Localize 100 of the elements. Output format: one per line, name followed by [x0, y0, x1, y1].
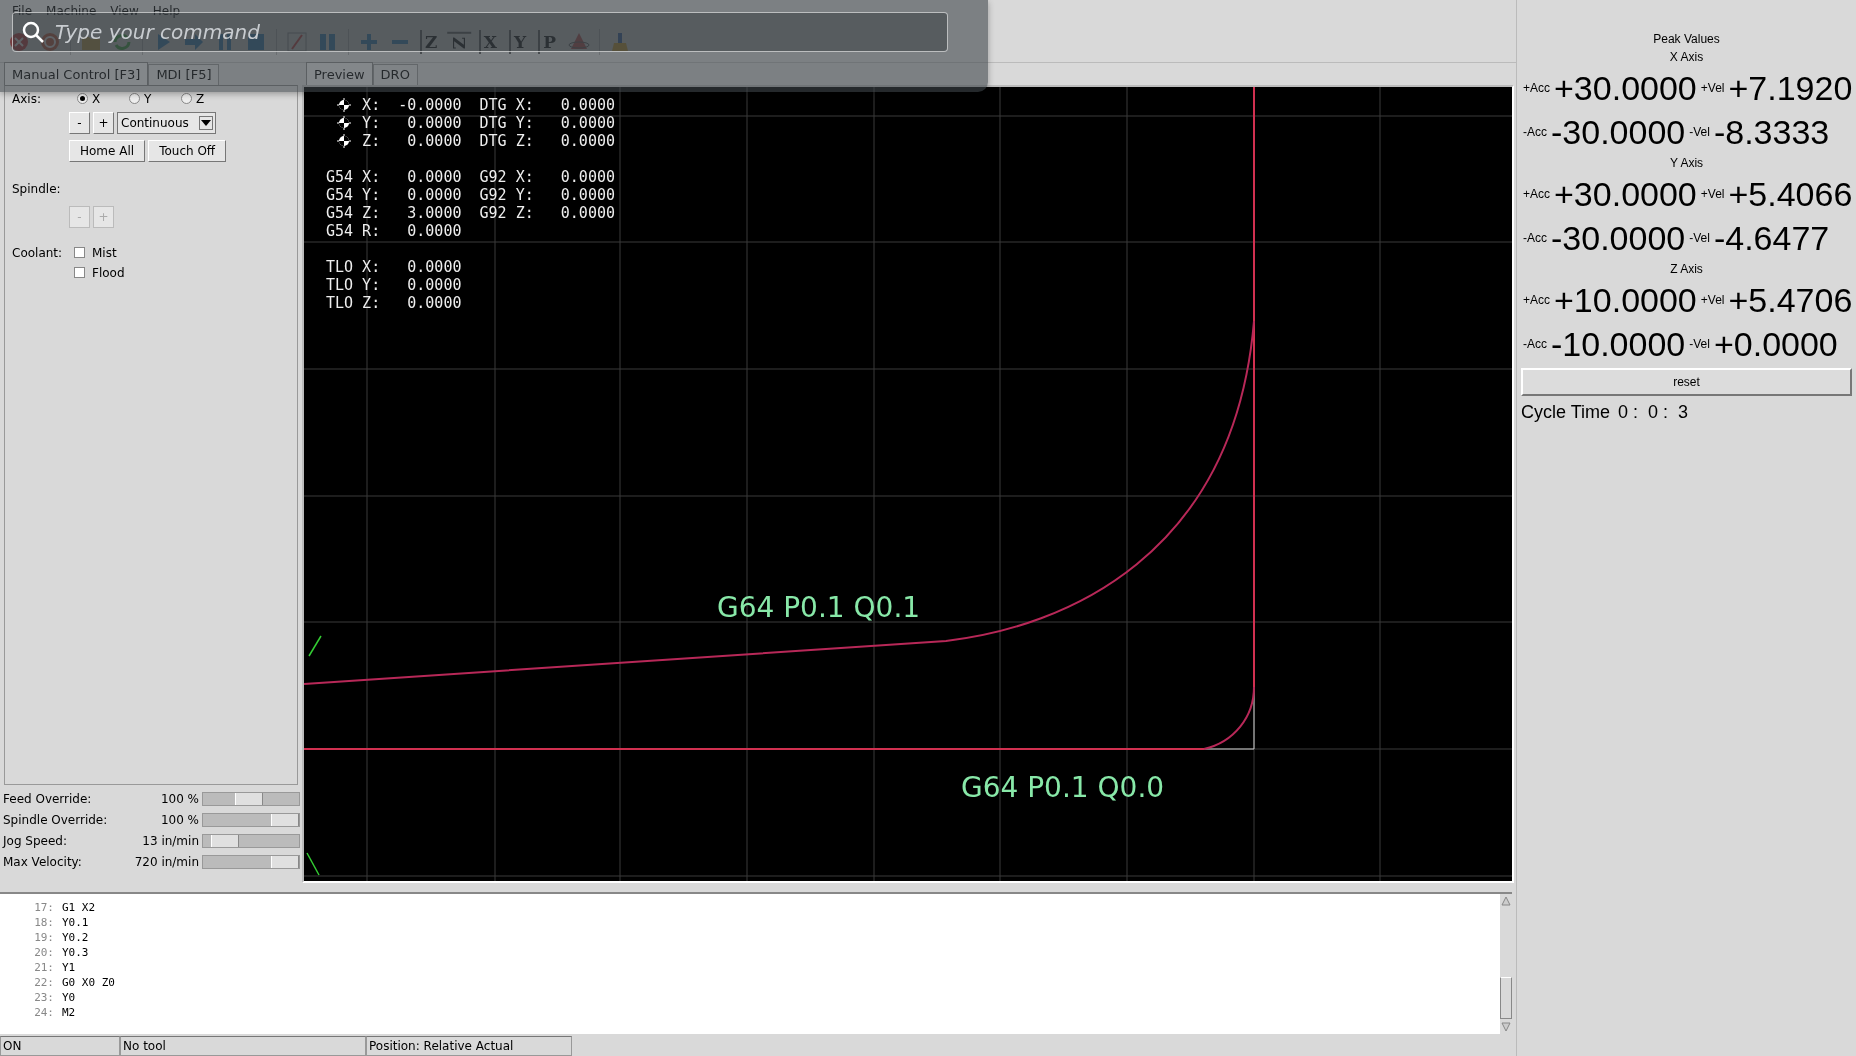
override-value: 13 in/min [141, 834, 200, 849]
vel-label: -Vel [1689, 337, 1710, 351]
dro-text: G54 X: 0.0000 G92 X: 0.0000 [326, 167, 615, 186]
tab[interactable]: DRO [372, 63, 418, 85]
vel-value: -4.6477 [1713, 218, 1830, 258]
checkbox-label: Flood [92, 265, 125, 280]
slider-thumb[interactable] [271, 856, 299, 869]
override-value: 100 % [159, 813, 200, 828]
vel-value: -8.3333 [1713, 112, 1830, 152]
estop-icon[interactable] [8, 30, 30, 53]
acc-label: -Acc [1523, 337, 1547, 351]
scroll-up-icon[interactable] [1501, 896, 1511, 907]
acc-label: -Acc [1523, 231, 1547, 245]
dro-text: X: -0.0000 DTG X: 0.0000 [362, 95, 615, 114]
radio-label: X [92, 91, 101, 106]
homed-icon [337, 97, 352, 112]
slider-thumb[interactable] [211, 835, 240, 848]
touch-off-button[interactable]: Touch Off [148, 139, 227, 162]
acc-value: +10.0000 [1554, 280, 1697, 320]
gcode-line: Y0 [62, 990, 76, 1006]
axis-label: Axis: [11, 91, 42, 106]
jog-minus-button[interactable]: - [69, 111, 90, 134]
acc-label: -Acc [1523, 125, 1547, 139]
gcode-line: G0 X0 Z0 [62, 975, 115, 991]
radio-label: Y [144, 91, 152, 106]
gcode-line: G1 X2 [62, 900, 96, 916]
peak-values-title: Peak Values [1652, 31, 1721, 48]
vel-label: +Vel [1700, 81, 1725, 95]
dro-text: TLO Z: 0.0000 [326, 293, 462, 312]
checkbox[interactable] [74, 267, 85, 279]
scrollbar-thumb[interactable] [1500, 977, 1512, 1019]
slider-track[interactable] [202, 834, 300, 849]
dro-text: Z: 0.0000 DTG Z: 0.0000 [362, 131, 615, 150]
cycle-time-value: 0 : 0 : 3 [1618, 402, 1689, 423]
slider-track[interactable] [202, 813, 300, 828]
brush-icon[interactable] [609, 30, 631, 53]
coolant-label: Coolant: [11, 245, 64, 262]
jog-plus-button[interactable]: + [93, 111, 114, 134]
reset-button[interactable]: reset [1521, 368, 1852, 396]
radio-button[interactable] [77, 93, 88, 105]
override-label: Jog Speed: [1, 834, 68, 849]
acc-label: +Acc [1523, 81, 1550, 95]
axis-mark [306, 852, 320, 876]
search-icon [21, 20, 45, 44]
gcode-line: Y1 [62, 960, 76, 976]
override-label: Spindle Override: [2, 813, 109, 828]
acc-label: +Acc [1523, 187, 1550, 201]
dro-text: G54 R: 0.0000 [326, 221, 462, 240]
dro-text: G54 Z: 3.0000 G92 Z: 0.0000 [326, 203, 615, 222]
tab[interactable]: MDI [F5] [148, 63, 220, 85]
gcode-line: Y0.2 [62, 930, 89, 946]
override-label: Max Velocity: [2, 855, 83, 870]
plot-label: G64 P0.1 Q0.0 [961, 770, 1165, 804]
tab[interactable]: Preview [306, 61, 373, 85]
acc-value: +30.0000 [1554, 68, 1697, 108]
block-delete-icon[interactable] [286, 30, 308, 53]
line-number: 21: [33, 960, 54, 976]
slider-thumb[interactable] [271, 814, 299, 827]
override-value: 720 in/min [133, 855, 200, 870]
vel-label: +Vel [1700, 293, 1725, 307]
vel-label: +Vel [1700, 187, 1725, 201]
vel-value: +0.0000 [1713, 324, 1838, 364]
increment-dropdown[interactable]: Continuous [117, 111, 216, 134]
acc-label: +Acc [1523, 293, 1550, 307]
radio-button[interactable] [181, 93, 192, 105]
dro-text: TLO Y: 0.0000 [326, 275, 462, 294]
radio-label: Z [196, 91, 205, 106]
vel-value: +5.4706 [1728, 280, 1853, 320]
axis-mark [308, 635, 322, 657]
vel-value: +5.4066 [1728, 174, 1853, 214]
vel-label: -Vel [1689, 231, 1710, 245]
slider-track[interactable] [202, 792, 300, 807]
acc-value: +30.0000 [1554, 174, 1697, 214]
plot-label: G64 P0.1 Q0.1 [717, 590, 921, 624]
slider-track[interactable] [202, 855, 300, 870]
dro-text: Y: 0.0000 DTG Y: 0.0000 [362, 113, 615, 132]
tab[interactable]: Manual Control [F3] [4, 61, 149, 85]
line-number: 24: [33, 1005, 54, 1021]
dro-text: TLO X: 0.0000 [326, 257, 462, 276]
homed-icon [337, 115, 352, 130]
gcode-line: Y0.1 [62, 915, 89, 931]
vel-value: +7.1920 [1728, 68, 1853, 108]
slider-thumb[interactable] [234, 793, 263, 806]
acc-value: -10.0000 [1551, 324, 1686, 364]
gcode-line: M2 [62, 1005, 76, 1021]
axis-title: Z Axis [1669, 261, 1704, 278]
cycle-time-label: Cycle Time [1521, 402, 1610, 423]
line-number: 17: [33, 900, 54, 916]
line-number: 20: [33, 945, 54, 961]
home-all-button[interactable]: Home All [69, 139, 146, 162]
axis-title: Y Axis [1668, 155, 1705, 172]
status-field: No tool [120, 1036, 366, 1056]
line-number: 22: [33, 975, 54, 991]
checkbox[interactable] [74, 247, 85, 259]
radio-button[interactable] [129, 93, 140, 105]
spindle-label: Spindle: [11, 181, 62, 196]
scroll-down-icon[interactable] [1501, 1022, 1511, 1032]
gcode-line: Y0.3 [62, 945, 89, 961]
homed-icon [337, 133, 352, 148]
vel-label: -Vel [1689, 125, 1710, 139]
